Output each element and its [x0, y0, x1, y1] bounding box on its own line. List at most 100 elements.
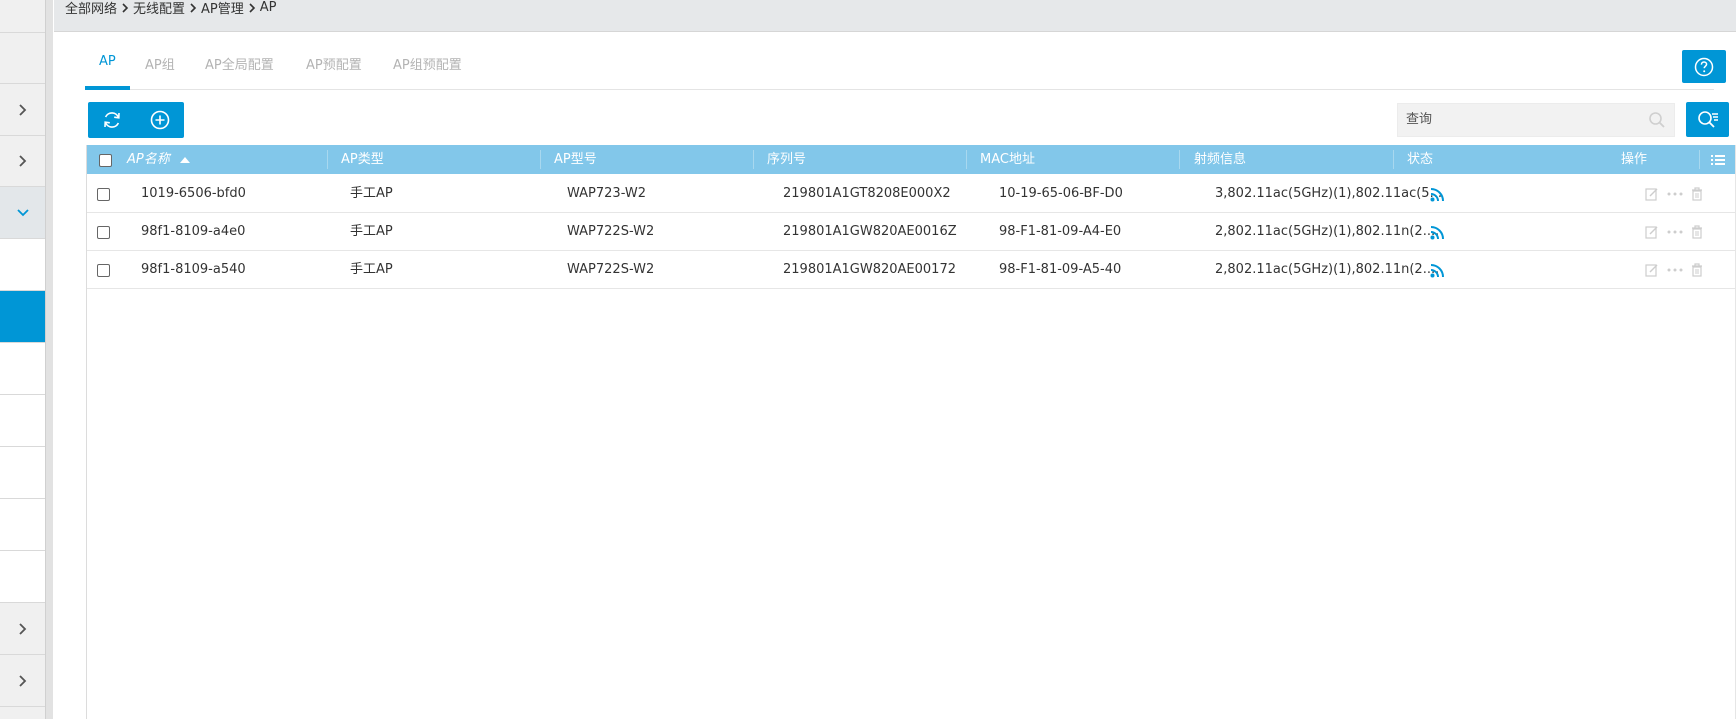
tab-ap[interactable]: AP — [99, 54, 116, 69]
sidebar-subitem[interactable] — [0, 395, 45, 447]
mac-cell: 10-19-65-06-BF-D0 — [999, 186, 1123, 201]
breadcrumb-item[interactable]: AP管理 — [201, 0, 244, 17]
column-divider[interactable] — [1179, 150, 1180, 169]
sort-ascending-icon[interactable] — [180, 156, 190, 163]
search-input[interactable] — [1406, 112, 1636, 127]
edit-icon[interactable] — [1645, 225, 1659, 239]
column-divider[interactable] — [1393, 150, 1394, 169]
tab-ap-group[interactable]: AP组 — [145, 54, 175, 73]
table-toolbar — [88, 102, 184, 138]
column-header-ap-type[interactable]: AP类型 — [341, 145, 384, 174]
chevron-down-icon — [16, 208, 29, 216]
ap-model-cell: WAP723-W2 — [567, 186, 646, 201]
breadcrumb-item[interactable]: 全部网络 — [65, 0, 117, 17]
delete-icon[interactable] — [1691, 225, 1703, 239]
more-icon[interactable] — [1667, 187, 1683, 201]
table-row[interactable]: 98f1-8109-a540 手工AP WAP722S-W2 219801A1G… — [87, 251, 1736, 289]
left-sidebar — [0, 0, 53, 719]
breadcrumb-item[interactable]: 无线配置 — [133, 0, 185, 17]
column-header-serial[interactable]: 序列号 — [767, 145, 806, 174]
serial-cell: 219801A1GW820AE0016Z — [783, 224, 957, 239]
row-checkbox[interactable] — [97, 188, 110, 201]
ap-type-cell: 手工AP — [350, 262, 393, 277]
column-divider[interactable] — [966, 150, 967, 169]
advanced-search-icon — [1697, 110, 1718, 128]
column-header-ap-name[interactable]: AP名称 — [127, 145, 170, 174]
column-divider[interactable] — [327, 150, 328, 169]
more-icon[interactable] — [1667, 263, 1683, 277]
advanced-search-button[interactable] — [1686, 102, 1729, 137]
ap-type-cell: 手工AP — [350, 224, 393, 239]
sidebar-item[interactable] — [0, 603, 45, 655]
column-header-ap-model[interactable]: AP型号 — [554, 145, 597, 174]
tab-ap-group-preconfig[interactable]: AP组预配置 — [393, 54, 462, 73]
top-bar: 全部网络 无线配置 AP管理 AP — [54, 0, 1736, 32]
tab-ap-preconfig[interactable]: AP预配置 — [306, 54, 362, 73]
delete-icon[interactable] — [1691, 263, 1703, 277]
ap-type-cell: 手工AP — [350, 186, 393, 201]
edit-icon[interactable] — [1645, 263, 1659, 277]
sidebar-subitem[interactable] — [0, 343, 45, 395]
delete-icon[interactable] — [1691, 187, 1703, 201]
ap-name-cell: 1019-6506-bfd0 — [141, 186, 246, 201]
sidebar-item[interactable] — [0, 33, 45, 84]
online-status-icon — [1430, 226, 1444, 240]
breadcrumb-separator-icon — [190, 2, 197, 13]
ap-model-cell: WAP722S-W2 — [567, 224, 655, 239]
search-box — [1397, 103, 1675, 137]
radio-info-cell: 2,802.11ac(5GHz)(1),802.11n(2.... — [1215, 262, 1440, 277]
sidebar-subitem-active[interactable] — [0, 291, 45, 343]
sidebar-item[interactable] — [0, 136, 45, 187]
select-all-checkbox[interactable] — [99, 154, 112, 167]
ap-model-cell: WAP722S-W2 — [567, 262, 655, 277]
help-button[interactable] — [1682, 50, 1726, 83]
tab-ap-global-config[interactable]: AP全局配置 — [205, 54, 274, 73]
sidebar-item[interactable] — [0, 84, 45, 136]
sidebar-scrollbar[interactable] — [45, 0, 53, 719]
column-header-actions: 操作 — [1621, 152, 1648, 167]
online-status-icon — [1430, 264, 1444, 278]
radio-info-cell: 2,802.11ac(5GHz)(1),802.11n(2.... — [1215, 224, 1440, 239]
online-status-icon — [1430, 188, 1444, 202]
more-icon[interactable] — [1667, 225, 1683, 239]
refresh-button[interactable] — [88, 102, 136, 138]
column-header-radio-info[interactable]: 射频信息 — [1194, 145, 1246, 174]
column-divider — [1699, 150, 1700, 169]
column-divider[interactable] — [540, 150, 541, 169]
active-tab-indicator — [85, 86, 130, 90]
search-button[interactable] — [1648, 111, 1666, 133]
row-checkbox[interactable] — [97, 264, 110, 277]
table-header: AP名称 AP类型 AP型号 序列号 MAC地址 射频信息 状态 操作 — [87, 145, 1736, 174]
column-divider[interactable] — [753, 150, 754, 169]
column-header-status[interactable]: 状态 — [1407, 145, 1433, 174]
tab-bar: AP AP组 AP全局配置 AP预配置 AP组预配置 — [85, 42, 1714, 90]
sidebar-subitem[interactable] — [0, 239, 45, 291]
column-header-mac[interactable]: MAC地址 — [980, 145, 1035, 174]
help-icon — [1694, 57, 1714, 76]
row-actions — [1645, 225, 1703, 239]
ap-name-cell: 98f1-8109-a4e0 — [141, 224, 246, 239]
refresh-icon — [104, 112, 120, 128]
breadcrumb-separator-icon — [122, 2, 129, 13]
serial-cell: 219801A1GW820AE00172 — [783, 262, 956, 277]
search-icon — [1649, 112, 1665, 128]
sidebar-subitem[interactable] — [0, 499, 45, 551]
breadcrumb-separator-icon — [249, 2, 255, 13]
mac-cell: 98-F1-81-09-A4-E0 — [999, 224, 1122, 239]
sidebar-subitem[interactable] — [0, 447, 45, 499]
table-row[interactable]: 98f1-8109-a4e0 手工AP WAP722S-W2 219801A1G… — [87, 213, 1736, 251]
sidebar-item-expanded[interactable] — [0, 187, 45, 239]
column-settings-icon[interactable] — [1711, 154, 1725, 166]
radio-info-cell: 3,802.11ac(5GHz)(1),802.11ac(5... — [1215, 186, 1442, 201]
chevron-right-icon — [18, 622, 26, 635]
table-row[interactable]: 1019-6506-bfd0 手工AP WAP723-W2 219801A1GT… — [87, 175, 1736, 213]
breadcrumb-current: AP — [259, 0, 277, 15]
add-ap-button[interactable] — [136, 102, 184, 138]
row-checkbox[interactable] — [97, 226, 110, 239]
sidebar-subitem[interactable] — [0, 551, 45, 603]
chevron-right-icon — [18, 155, 26, 167]
sidebar-item[interactable] — [0, 0, 45, 33]
ap-table: AP名称 AP类型 AP型号 序列号 MAC地址 射频信息 状态 操作 1019… — [86, 145, 1736, 719]
sidebar-item[interactable] — [0, 655, 45, 707]
edit-icon[interactable] — [1645, 187, 1659, 201]
